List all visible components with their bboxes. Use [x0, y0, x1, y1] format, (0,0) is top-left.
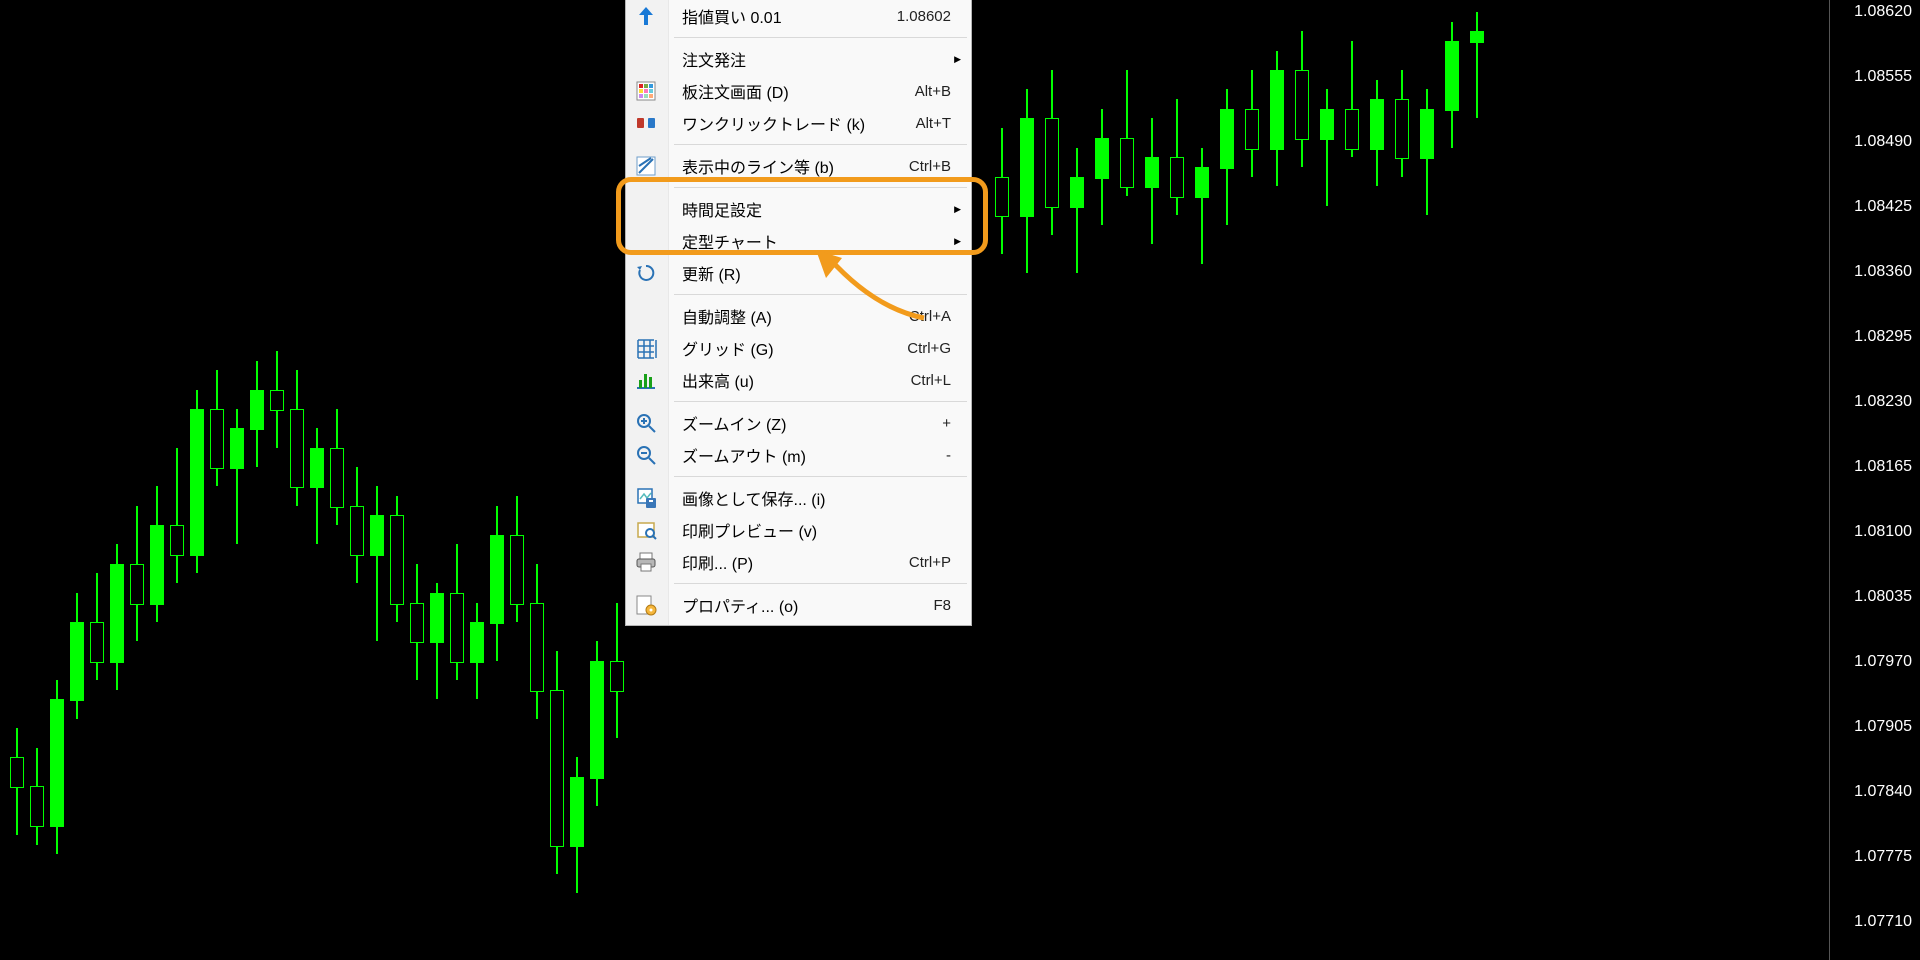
- menu-limit-buy[interactable]: 指値買い 0.01 1.08602: [626, 0, 971, 32]
- print-preview-icon: [634, 518, 660, 544]
- menu-item-value: 1.08602: [897, 8, 951, 25]
- menu-item-shortcut: Ctrl+P: [909, 554, 951, 571]
- menu-item-shortcut: Ctrl+A: [909, 308, 951, 325]
- zoom-in-icon: [634, 411, 660, 437]
- menu-separator: [674, 401, 967, 402]
- menu-zoom-out[interactable]: ズームアウト (m) -: [626, 439, 971, 471]
- menu-item-label: 出来高 (u): [682, 368, 903, 392]
- menu-item-shortcut: Alt+B: [915, 83, 951, 100]
- menu-item-label: 時間足設定: [682, 197, 951, 221]
- save-image-icon: [634, 486, 660, 512]
- gear-sheet-icon: [634, 593, 660, 619]
- menu-grid[interactable]: グリッド (G) Ctrl+G: [626, 332, 971, 364]
- menu-separator: [674, 37, 967, 38]
- menu-item-label: プロパティ... (o): [682, 593, 925, 617]
- menu-item-label: 板注文画面 (D): [682, 79, 907, 103]
- menu-item-label: 表示中のライン等 (b): [682, 154, 901, 178]
- menu-item-label: 印刷... (P): [682, 550, 901, 574]
- price-tick: 1.07905: [1854, 718, 1912, 736]
- price-tick: 1.08490: [1854, 133, 1912, 151]
- menu-print-preview[interactable]: 印刷プレビュー (v): [626, 514, 971, 546]
- menu-template[interactable]: 定型チャート ▶: [626, 225, 971, 257]
- menu-one-click-trading[interactable]: ワンクリックトレード (k) Alt+T: [626, 107, 971, 139]
- menu-separator: [674, 187, 967, 188]
- menu-depth-of-market[interactable]: 板注文画面 (D) Alt+B: [626, 75, 971, 107]
- menu-print[interactable]: 印刷... (P) Ctrl+P: [626, 546, 971, 578]
- menu-item-shortcut: Ctrl+G: [907, 340, 951, 357]
- price-tick: 1.07710: [1854, 913, 1912, 931]
- menu-item-label: 定型チャート: [682, 229, 951, 253]
- price-tick: 1.07970: [1854, 653, 1912, 671]
- menu-item-label: ズームアウト (m): [682, 443, 938, 467]
- grid-icon: [634, 336, 660, 362]
- zoom-out-icon: [634, 443, 660, 469]
- print-icon: [634, 550, 660, 576]
- price-tick: 1.07775: [1854, 848, 1912, 866]
- menu-item-label: 画像として保存... (i): [682, 486, 951, 510]
- menu-timeframes[interactable]: 時間足設定 ▶: [626, 193, 971, 225]
- depth-icon: [634, 79, 660, 105]
- menu-item-label: 印刷プレビュー (v): [682, 518, 951, 542]
- price-tick: 1.08035: [1854, 588, 1912, 606]
- price-axis: 1.08620 1.08555 1.08490 1.08425 1.08360 1.082…: [1829, 0, 1920, 960]
- menu-item-shortcut: Alt+T: [916, 115, 951, 132]
- menu-separator: [674, 583, 967, 584]
- price-tick: 1.07840: [1854, 783, 1912, 801]
- price-tick: 1.08555: [1854, 68, 1912, 86]
- menu-auto-arrange[interactable]: 自動調整 (A) Ctrl+A: [626, 300, 971, 332]
- price-tick: 1.08165: [1854, 458, 1912, 476]
- price-tick: 1.08620: [1854, 3, 1912, 21]
- menu-save-as-picture[interactable]: 画像として保存... (i): [626, 482, 971, 514]
- menu-item-label: 自動調整 (A): [682, 304, 901, 328]
- refresh-icon: [634, 261, 660, 287]
- volumes-icon: [634, 368, 660, 394]
- object-list-icon: [634, 154, 660, 180]
- menu-item-label: 更新 (R): [682, 261, 951, 285]
- menu-item-label: 指値買い 0.01: [682, 4, 889, 28]
- menu-separator: [674, 294, 967, 295]
- menu-item-label: ズームイン (Z): [682, 411, 934, 435]
- price-tick: 1.08425: [1854, 198, 1912, 216]
- price-tick: 1.08100: [1854, 523, 1912, 541]
- menu-item-shortcut: -: [946, 447, 951, 464]
- menu-item-label: グリッド (G): [682, 336, 899, 360]
- submenu-arrow-icon: ▶: [954, 54, 961, 65]
- menu-separator: [674, 144, 967, 145]
- menu-separator: [674, 476, 967, 477]
- price-tick: 1.08360: [1854, 263, 1912, 281]
- submenu-arrow-icon: ▶: [954, 236, 961, 247]
- one-click-icon: [634, 111, 660, 137]
- menu-object-list[interactable]: 表示中のライン等 (b) Ctrl+B: [626, 150, 971, 182]
- menu-item-shortcut: Ctrl+B: [909, 158, 951, 175]
- price-tick: 1.08295: [1854, 328, 1912, 346]
- menu-refresh[interactable]: 更新 (R): [626, 257, 971, 289]
- menu-item-label: 注文発注: [682, 47, 951, 71]
- chart-context-menu: 指値買い 0.01 1.08602 注文発注 ▶: [625, 0, 972, 626]
- menu-item-shortcut: +: [942, 415, 951, 432]
- menu-properties[interactable]: プロパティ... (o) F8: [626, 589, 971, 621]
- submenu-arrow-icon: ▶: [954, 204, 961, 215]
- menu-volumes[interactable]: 出来高 (u) Ctrl+L: [626, 364, 971, 396]
- menu-item-shortcut: Ctrl+L: [911, 372, 951, 389]
- price-tick: 1.08230: [1854, 393, 1912, 411]
- menu-zoom-in[interactable]: ズームイン (Z) +: [626, 407, 971, 439]
- menu-item-label: ワンクリックトレード (k): [682, 111, 908, 135]
- menu-new-order[interactable]: 注文発注 ▶: [626, 43, 971, 75]
- menu-item-shortcut: F8: [933, 597, 951, 614]
- arrow-up-icon: [634, 4, 660, 30]
